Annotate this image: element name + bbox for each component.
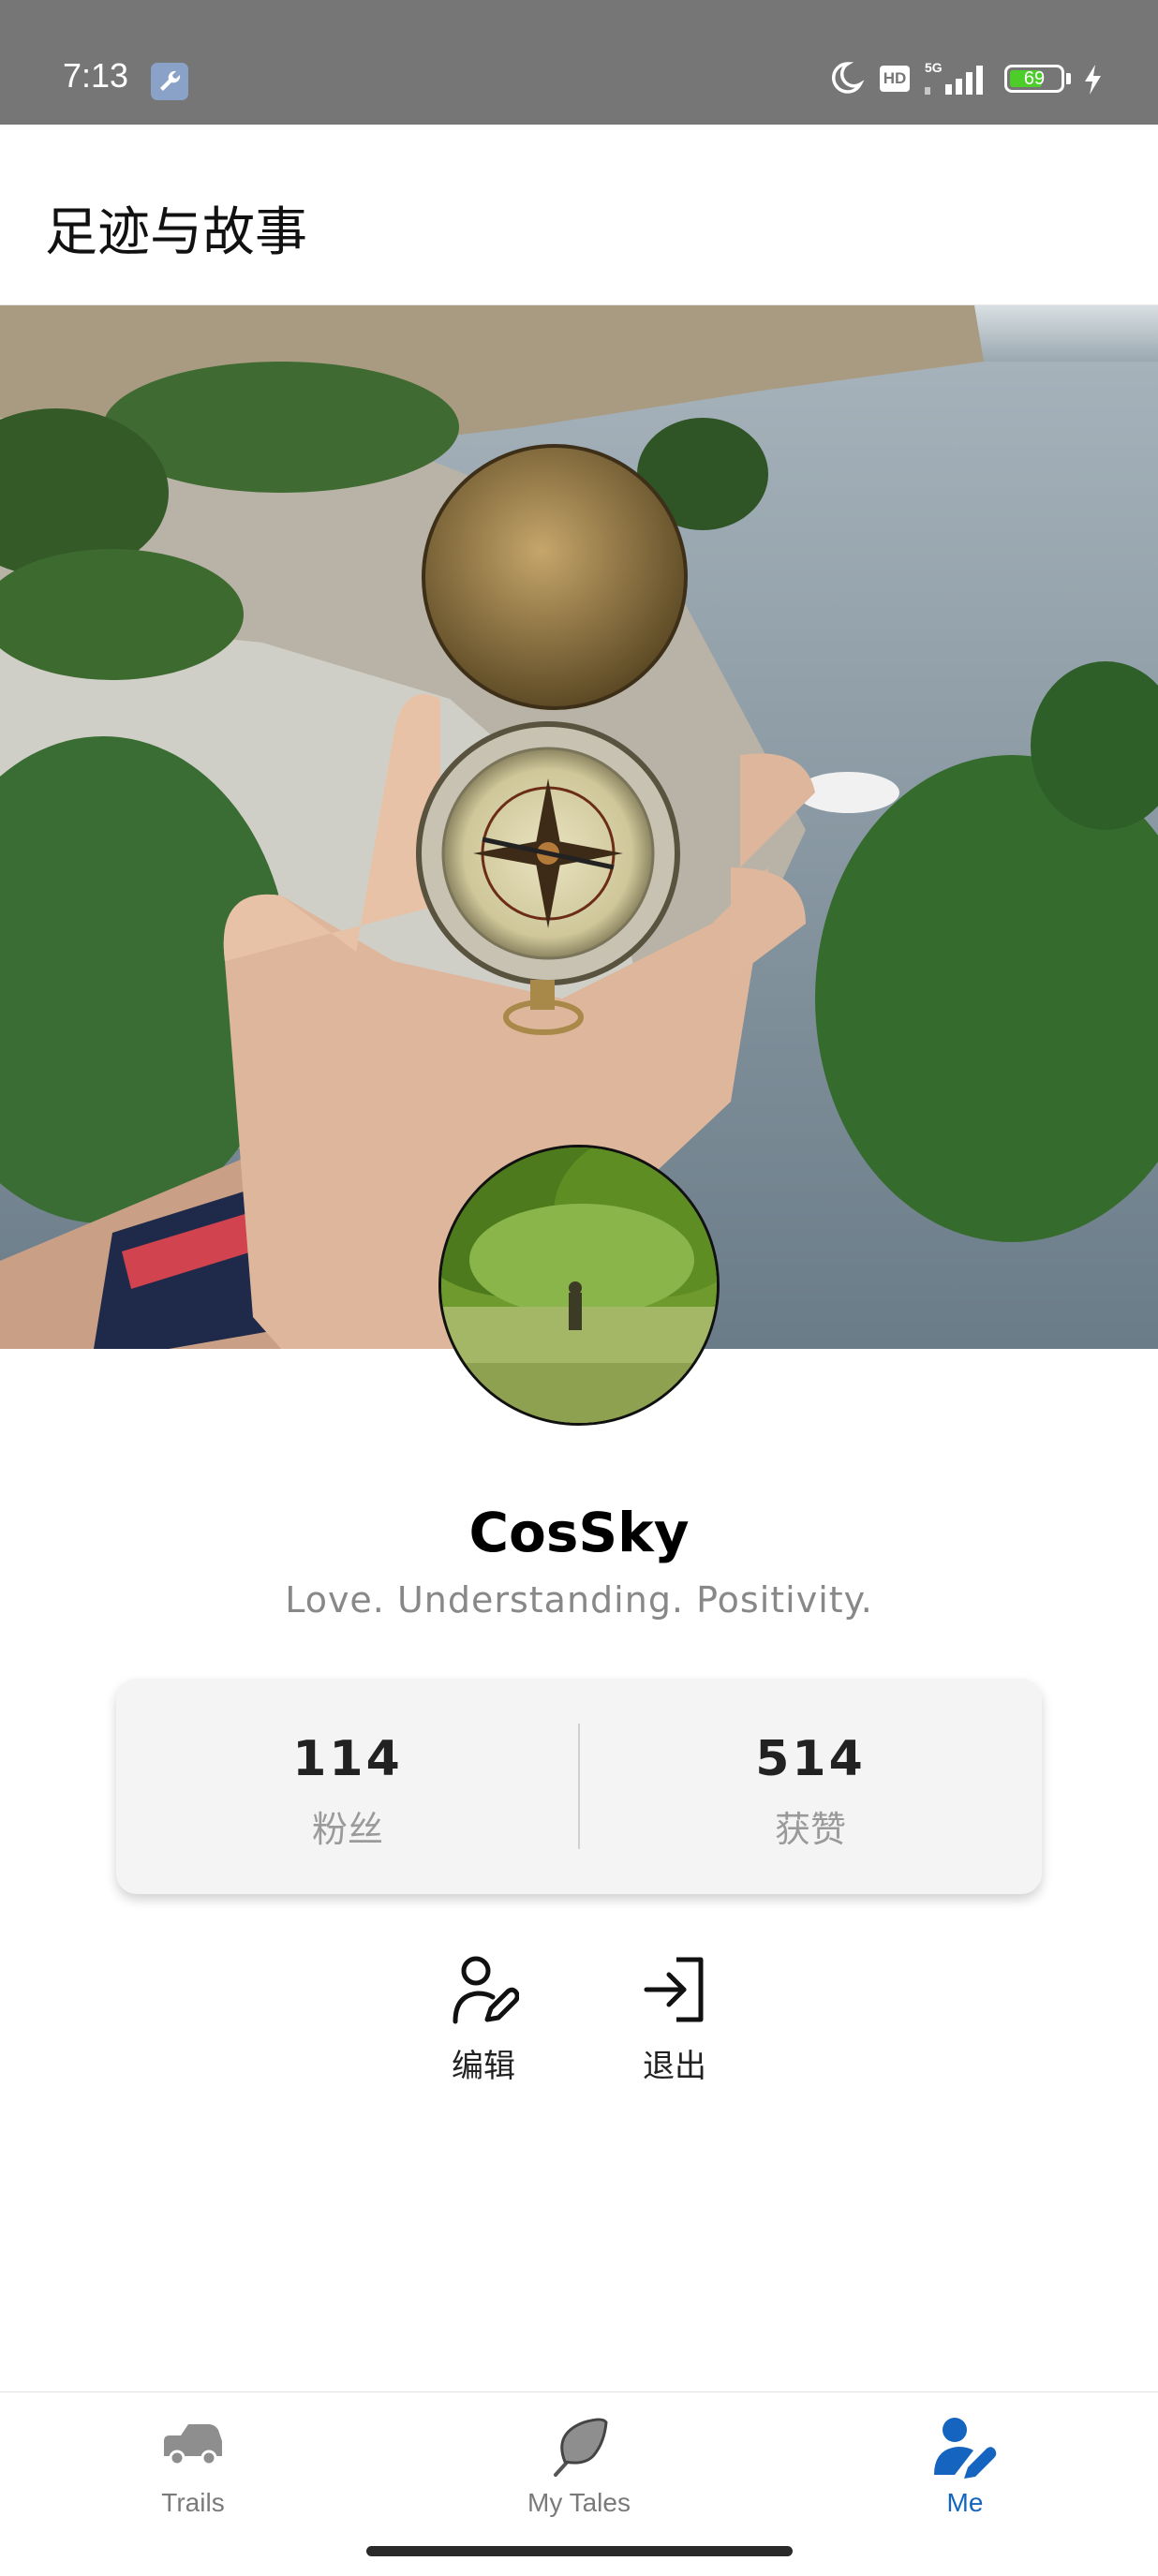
nav-item-trails[interactable]: Trails	[0, 2392, 386, 2552]
nav-item-me[interactable]: Me	[772, 2392, 1158, 2552]
charging-icon	[1082, 64, 1103, 99]
signal-icon: 5G	[923, 59, 992, 100]
status-bar: 7:13 HD 5G 69	[0, 0, 1158, 125]
bio: Love. Understanding. Positivity.	[285, 1579, 873, 1621]
nav-label-my-tales: My Tales	[527, 2488, 631, 2517]
car-icon	[164, 2424, 222, 2466]
app-bar: 足迹与故事	[0, 125, 1158, 305]
home-indicator[interactable]	[366, 2546, 793, 2556]
user-edit-icon	[453, 1956, 519, 2024]
battery-icon: 69	[1004, 65, 1064, 93]
followers-count: 114	[292, 1731, 403, 1787]
status-time: 7:13	[63, 56, 129, 95]
username: CosSky	[468, 1501, 690, 1564]
nav-item-my-tales[interactable]: My Tales	[386, 2392, 772, 2552]
avatar[interactable]	[438, 1145, 720, 1426]
logout-icon	[644, 1957, 704, 2022]
battery-percentage: 69	[1023, 68, 1046, 89]
page-title: 足迹与故事	[45, 202, 307, 263]
stat-likes[interactable]: 514 获赞	[579, 1679, 1042, 1894]
wrench-icon	[151, 63, 188, 100]
stat-followers[interactable]: 114 粉丝	[116, 1679, 579, 1894]
edit-label: 编辑	[452, 2048, 515, 2085]
nav-label-me: Me	[946, 2488, 984, 2517]
followers-label: 粉丝	[311, 1809, 383, 1850]
user-edit-icon	[934, 2418, 997, 2479]
logout-label: 退出	[643, 2048, 706, 2085]
logout-button[interactable]: 退出	[618, 1954, 731, 2095]
battery-tip	[1066, 73, 1071, 84]
likes-label: 获赞	[774, 1809, 846, 1850]
likes-count: 514	[755, 1731, 866, 1787]
edit-button[interactable]: 编辑	[427, 1954, 540, 2095]
hd-badge: HD	[880, 66, 910, 92]
moon-icon	[827, 59, 865, 100]
svg-text:5G: 5G	[925, 60, 943, 75]
feather-icon	[554, 2418, 608, 2477]
nav-label-trails: Trails	[161, 2488, 225, 2517]
stats-card: 114 粉丝 514 获赞	[116, 1679, 1042, 1894]
